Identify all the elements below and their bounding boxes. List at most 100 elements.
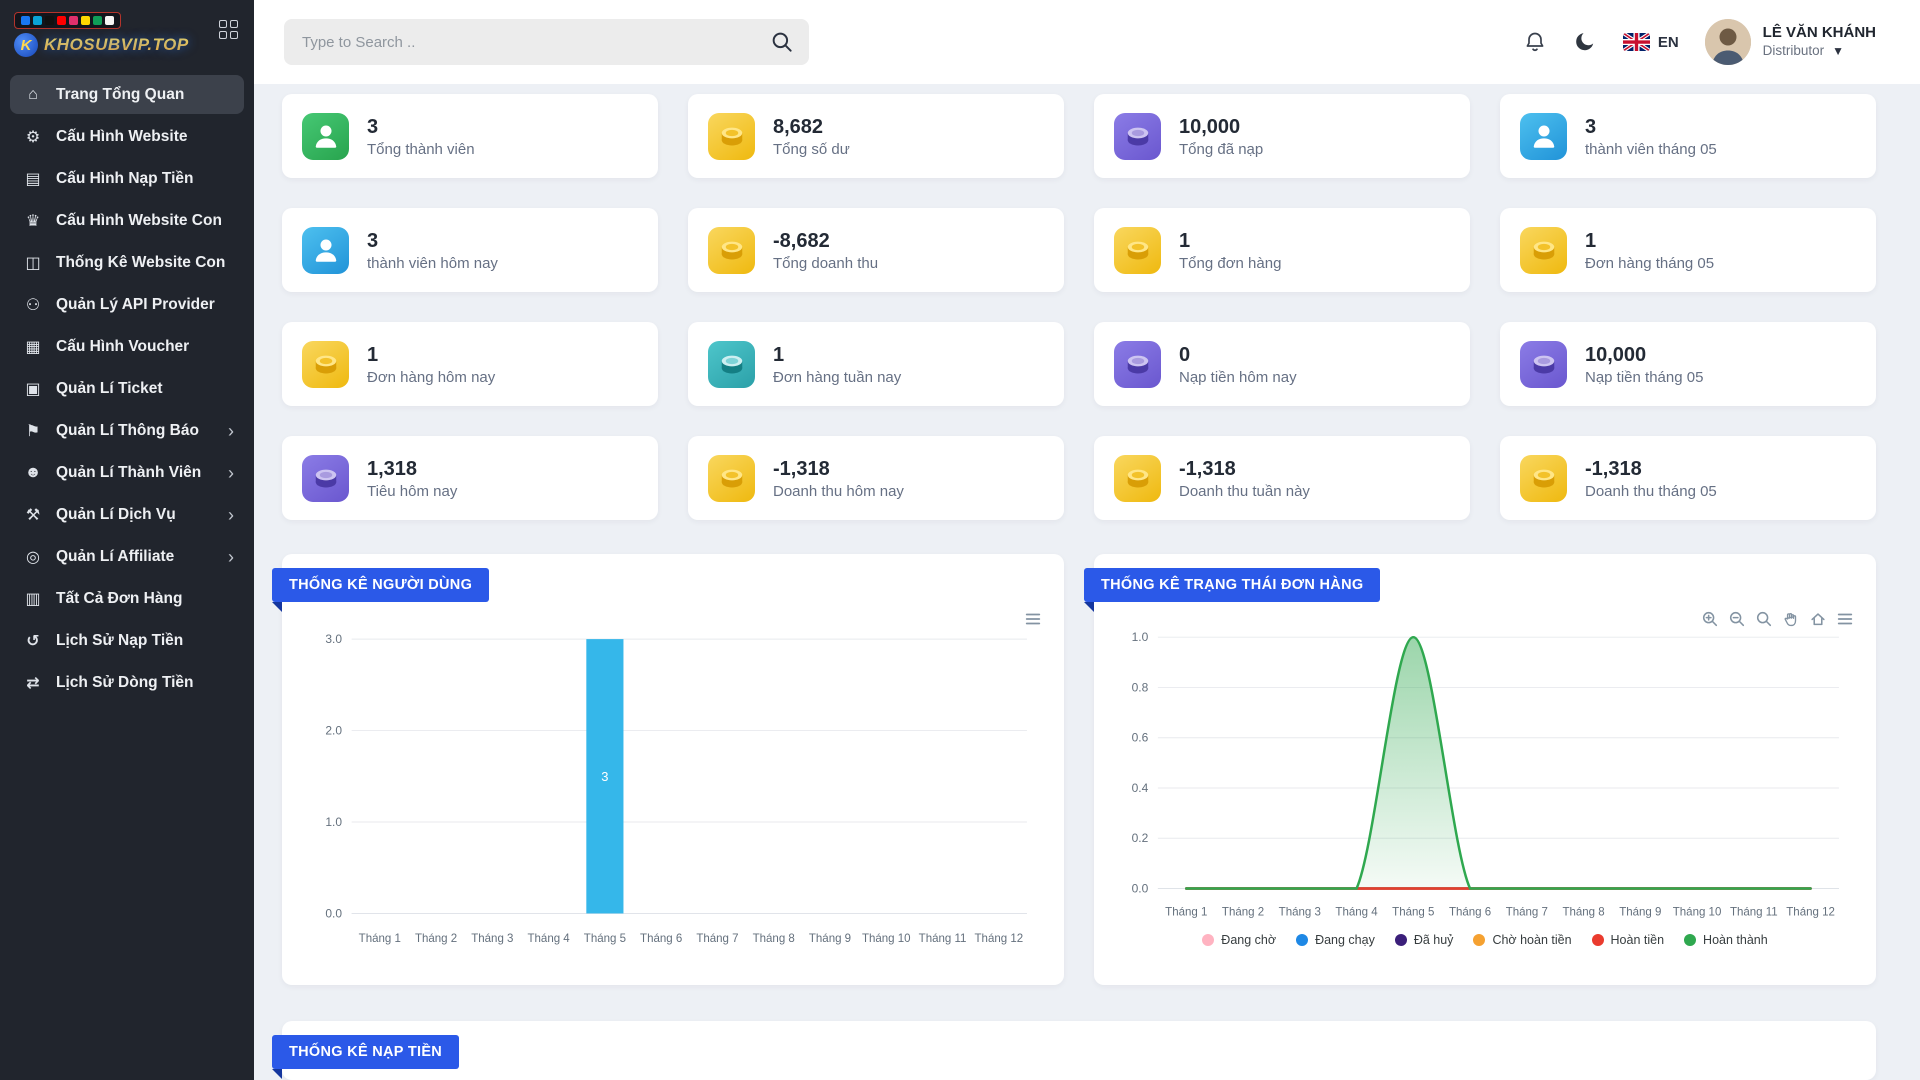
pan-icon[interactable] [1782,610,1800,628]
sidebar-item-member[interactable]: ☻Quản Lí Thành Viên› [10,453,244,492]
stat-card: 10,000Tổng đã nạp [1094,94,1470,178]
legend-marker [1684,934,1696,946]
sidebar-item-crown[interactable]: ♛ Cấu Hình Website Con [10,201,244,240]
dark-mode-moon-icon[interactable] [1573,30,1597,54]
stat-card: 1 Tổng đơn hàng [1094,208,1470,292]
tiktok-icon [45,16,54,25]
svg-text:Tháng 10: Tháng 10 [862,933,911,945]
stat-value: 1,318 [367,457,457,481]
selection-zoom-icon[interactable] [1755,610,1773,628]
legend-label: Chờ hoàn tiền [1492,933,1571,947]
apps-grid-icon[interactable] [219,20,238,39]
sidebar-item-ticket[interactable]: ▣Quản Lí Ticket [10,369,244,408]
sidebar-item-affiliate[interactable]: ◎Quản Lí Affiliate› [10,537,244,576]
svg-text:Tháng 6: Tháng 6 [1449,906,1491,918]
svg-text:3: 3 [601,769,608,784]
chart-title: THỐNG KÊ TRẠNG THÁI ĐƠN HÀNG [1101,577,1363,593]
sidebar-item-label: Tất Cả Đơn Hàng [56,590,182,608]
sidebar-item-deposit-history[interactable]: ↺Lịch Sử Nạp Tiền [10,621,244,660]
orders-chart-title-ribbon: THỐNG KÊ TRẠNG THÁI ĐƠN HÀNG [1084,568,1380,602]
sidebar-item-label: Quản Lí Ticket [56,380,163,398]
stat-value: 1 [1179,229,1281,253]
logo-text: KHOSUBVIP.TOP [44,35,189,55]
svg-text:0.0: 0.0 [1132,881,1149,895]
stat-value: 0 [1179,343,1297,367]
svg-text:Tháng 12: Tháng 12 [1786,906,1835,918]
sidebar-item-credit-card[interactable]: ▤Cấu Hình Nạp Tiền [10,159,244,198]
main-area: EN LÊ VĂN KHÁNH Distributor ▼ [254,0,1920,1080]
stat-label: Doanh thu hôm nay [773,483,904,500]
orders-area-chart[interactable]: 0.00.20.40.60.81.0Tháng 1Tháng 2Tháng 3T… [1108,618,1862,923]
menu-icon[interactable] [1024,610,1042,628]
sidebar-item-label: Cấu Hình Website Con [56,212,222,230]
logo[interactable]: K KHOSUBVIP.TOP [14,12,189,57]
gear-icon: ⚙ [22,127,44,147]
coin-icon [1520,341,1567,388]
legend-item[interactable]: Hoàn tiền [1592,933,1665,947]
svg-text:1.0: 1.0 [1132,630,1149,644]
coin-icon [1114,341,1161,388]
legend-item[interactable]: Hoàn thành [1684,933,1768,947]
legend-item[interactable]: Đang chờ [1202,933,1276,947]
coin-icon [708,227,755,274]
svg-text:0.2: 0.2 [1132,831,1149,845]
language-label: EN [1658,34,1679,51]
svg-text:Tháng 6: Tháng 6 [640,933,682,945]
sidebar-item-cart[interactable]: ▥Tất Cả Đơn Hàng [10,579,244,618]
sidebar-item-api[interactable]: ⚇Quản Lý API Provider [10,285,244,324]
sidebar-item-cashflow-history[interactable]: ⇄Lịch Sử Dòng Tiền [10,663,244,702]
stat-label: Tiêu hôm nay [367,483,457,500]
language-selector[interactable]: EN [1623,33,1679,51]
legend-marker [1395,934,1407,946]
svg-text:0.6: 0.6 [1132,731,1149,745]
stat-value: 3 [367,229,498,253]
sidebar-item-home[interactable]: ⌂Trang Tổng Quan [10,75,244,114]
svg-text:Tháng 5: Tháng 5 [584,933,626,945]
svg-text:Tháng 12: Tháng 12 [975,933,1024,945]
notifications-bell-icon[interactable] [1523,30,1547,54]
stat-label: Nạp tiền hôm nay [1179,369,1297,386]
crown-icon: ♛ [22,211,44,231]
api-icon: ⚇ [22,295,44,315]
svg-text:Tháng 2: Tháng 2 [415,933,457,945]
svg-text:Tháng 3: Tháng 3 [1279,906,1321,918]
chevron-right-icon: › [228,422,234,440]
sidebar-item-megaphone[interactable]: ⚑Quản Lí Thông Báo› [10,411,244,450]
stat-card: 3thành viên hôm nay [282,208,658,292]
svg-text:Tháng 9: Tháng 9 [809,933,851,945]
search-icon[interactable] [769,29,795,60]
legend-marker [1592,934,1604,946]
stat-card: -1,318Doanh thu tháng 05 [1500,436,1876,520]
search-input[interactable] [284,19,809,65]
search-box [284,19,809,65]
orders-chart-card: THỐNG KÊ TRẠNG THÁI ĐƠN HÀNG [1094,554,1876,985]
stat-card: -1,318Doanh thu hôm nay [688,436,1064,520]
reset-zoom-home-icon[interactable] [1809,610,1827,628]
legend-item[interactable]: Chờ hoàn tiền [1473,933,1571,947]
svg-text:Tháng 2: Tháng 2 [1222,906,1264,918]
zoom-out-icon[interactable] [1728,610,1746,628]
sidebar-item-gear[interactable]: ⚙Cấu Hình Website [10,117,244,156]
legend-marker [1296,934,1308,946]
legend-item[interactable]: Đã huỷ [1395,933,1454,947]
sidebar-item-services[interactable]: ⚒Quản Lí Dịch Vụ› [10,495,244,534]
menu-icon[interactable] [1836,610,1854,628]
legend-marker [1473,934,1485,946]
chevron-right-icon: › [228,464,234,482]
web-icon [105,16,114,25]
chart-legend: Đang chờ Đang chạy Đã huỷ Chờ hoàn tiền Hoàn… [1108,933,1862,947]
svg-text:0.0: 0.0 [325,906,342,920]
stat-value: 1 [773,343,901,367]
user-menu[interactable]: LÊ VĂN KHÁNH Distributor ▼ [1705,19,1876,65]
zoom-in-icon[interactable] [1701,610,1719,628]
coin-icon [1114,113,1161,160]
stat-card: 0 Nạp tiền hôm nay [1094,322,1470,406]
sidebar-item-voucher[interactable]: ▦Cấu Hình Voucher [10,327,244,366]
sidebar-item-label: Quản Lí Thông Báo [56,422,199,440]
stat-label: Tổng đơn hàng [1179,255,1281,272]
legend-item[interactable]: Đang chạy [1296,933,1375,947]
member-icon: ☻ [22,464,44,482]
svg-text:Tháng 7: Tháng 7 [1506,906,1548,918]
sidebar-item-stats[interactable]: ◫Thống Kê Website Con [10,243,244,282]
stat-label: Đơn hàng tuần nay [773,369,901,386]
